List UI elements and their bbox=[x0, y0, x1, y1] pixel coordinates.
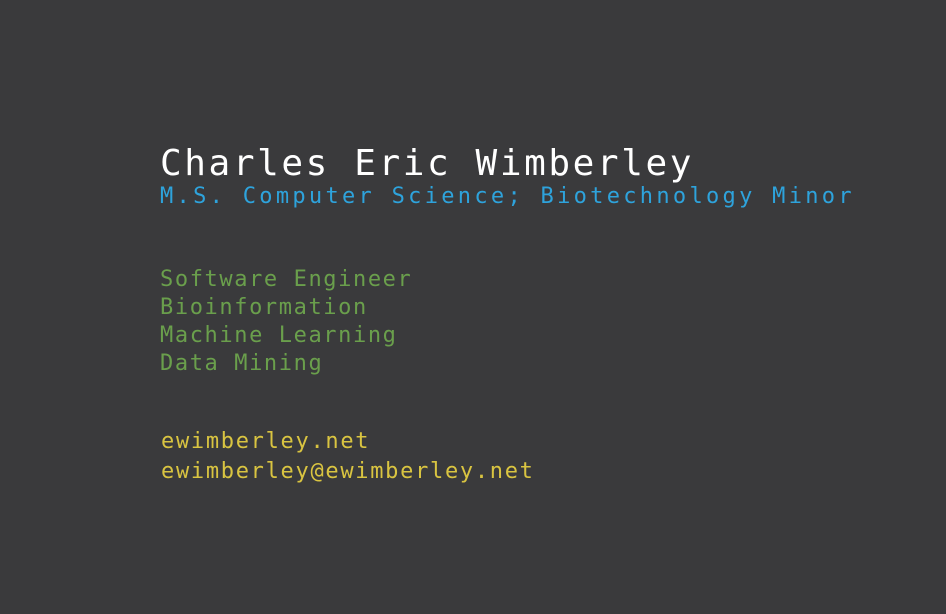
skill-item: Data Mining bbox=[160, 351, 324, 376]
skill-item: Machine Learning bbox=[160, 323, 398, 348]
skills-list: Software Engineer Bioinformation Machine… bbox=[160, 266, 412, 378]
page-title: Charles Eric Wimberley bbox=[160, 143, 695, 184]
skill-item: Software Engineer bbox=[160, 267, 413, 292]
skill-item: Bioinformation bbox=[160, 295, 368, 320]
email-link[interactable]: ewimberley@ewimberley.net bbox=[161, 457, 535, 487]
contact-info: ewimberley.net ewimberley@ewimberley.net bbox=[161, 427, 535, 487]
degree-subtitle: M.S. Computer Science; Biotechnology Min… bbox=[160, 184, 855, 209]
website-link[interactable]: ewimberley.net bbox=[161, 427, 535, 457]
